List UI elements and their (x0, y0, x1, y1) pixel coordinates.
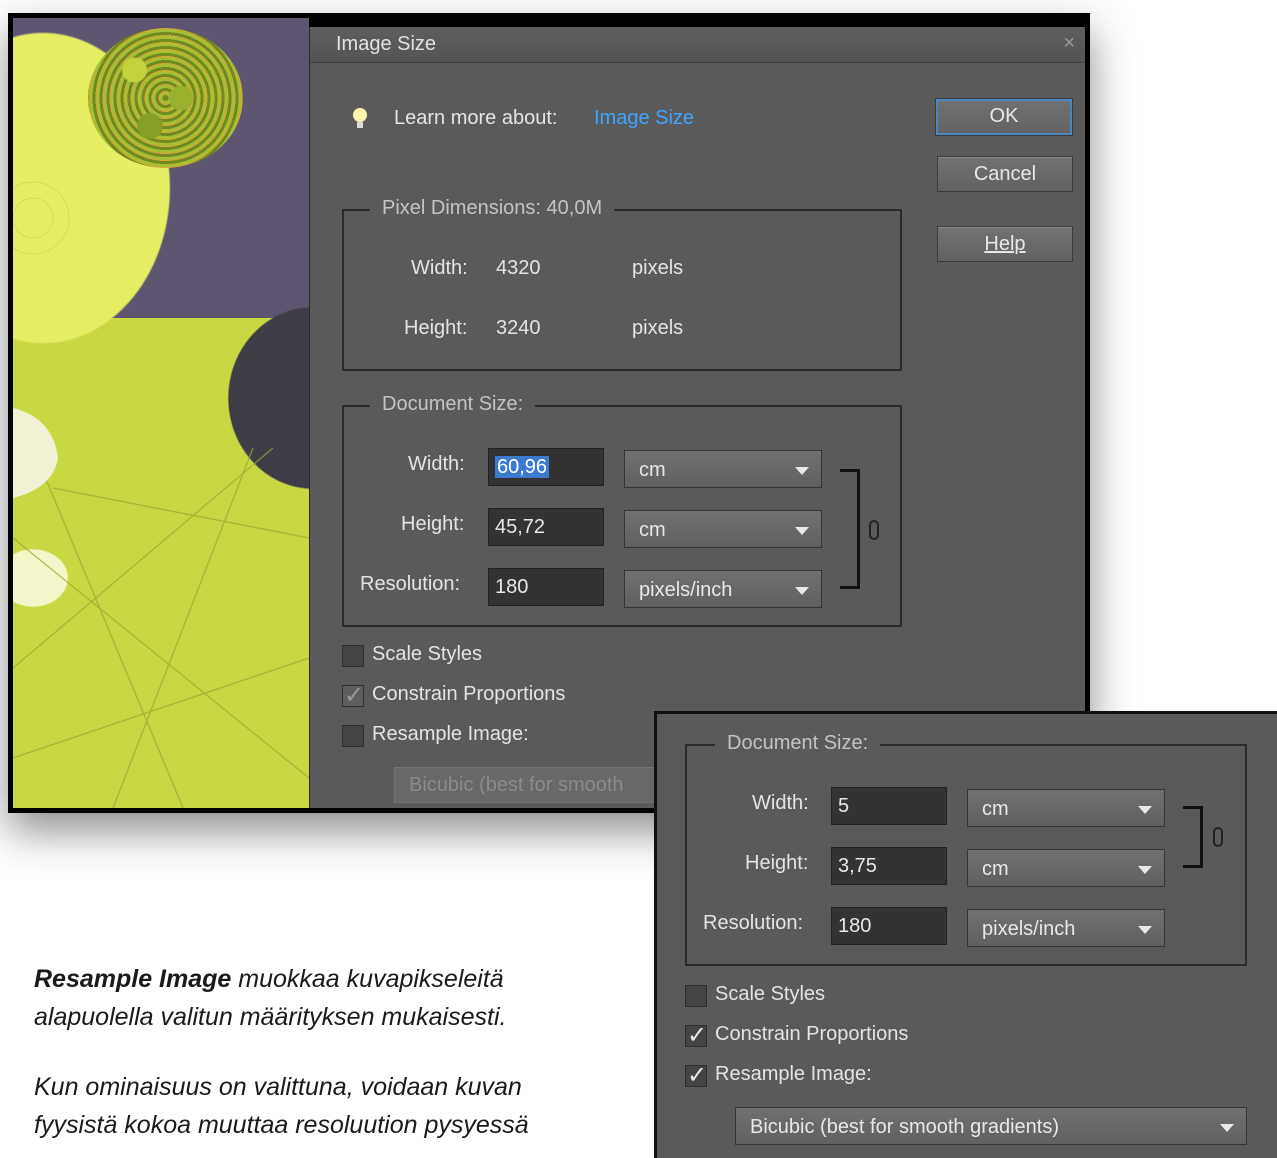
dialog-titlebar: Image Size × (310, 27, 1085, 63)
doc-resolution-unit: pixels/inch (639, 579, 733, 601)
cancel-button[interactable]: Cancel (937, 156, 1073, 192)
pixel-width-value: 4320 (496, 257, 541, 279)
zoom-height-input[interactable]: 3,75 (831, 847, 947, 885)
dialog-title: Image Size (336, 33, 437, 55)
lightbulb-icon (353, 108, 367, 128)
zoom-height-label: Height: (745, 852, 809, 874)
pixel-dimensions-size: 40,0M (546, 197, 603, 219)
chevron-down-icon (1220, 1124, 1234, 1132)
chevron-down-icon (795, 467, 809, 475)
doc-width-unit-select[interactable]: cm (624, 450, 822, 488)
caption-line-3: Kun ominaisuus on valittuna, voidaan kuv… (34, 1073, 522, 1101)
doc-resolution-unit-select[interactable]: pixels/inch (624, 570, 822, 608)
ok-button[interactable]: OK (935, 98, 1073, 136)
zoom-width-label: Width: (752, 792, 809, 814)
constrain-bracket (840, 469, 860, 589)
caption-line-1: muokkaa kuvapikseleitä (231, 965, 504, 993)
screenshot-image-size-dialog: Image Size × Learn more about: Image Siz… (8, 13, 1090, 813)
chevron-down-icon (1138, 926, 1152, 934)
pixel-height-label: Height: (404, 317, 468, 339)
background-photo (13, 18, 309, 808)
chevron-down-icon (795, 527, 809, 535)
chain-link-icon (869, 520, 879, 540)
pixel-dimensions-group (342, 209, 902, 371)
zoom-resolution-label: Resolution: (703, 912, 804, 934)
learn-more-label: Learn more about: (394, 107, 558, 129)
resample-image-label: Resample Image: (372, 723, 529, 745)
caption-line-2: alapuolella valitun määrityksen mukaises… (34, 1003, 507, 1031)
chevron-down-icon (1138, 866, 1152, 874)
doc-width-value: 60,96 (495, 456, 550, 478)
pixel-height-unit: pixels (632, 317, 684, 339)
zoom-width-unit-select[interactable]: cm (967, 789, 1165, 827)
zoom-document-size-legend: Document Size: (715, 732, 881, 755)
chain-link-icon (1213, 827, 1223, 847)
pixel-dimensions-legend: Pixel Dimensions: 40,0M (370, 197, 615, 220)
zoom-resolution-unit: pixels/inch (982, 918, 1076, 940)
zoom-scale-styles-checkbox[interactable] (685, 985, 707, 1007)
zoom-height-unit: cm (982, 858, 1009, 880)
constrain-proportions-label: Constrain Proportions (372, 683, 566, 705)
doc-width-input[interactable]: 60,96 (488, 448, 604, 486)
zoom-height-unit-select[interactable]: cm (967, 849, 1165, 887)
zoom-resample-method-select[interactable]: Bicubic (best for smooth gradients) (735, 1107, 1247, 1145)
help-button-label: Help (984, 233, 1026, 255)
caption-paragraph-2: Kun ominaisuus on valittuna, voidaan kuv… (34, 1068, 594, 1144)
resample-method-select[interactable]: Bicubic (best for smooth (394, 767, 694, 803)
zoom-resample-image-checkbox[interactable] (685, 1061, 707, 1090)
zoom-constrain-bracket (1183, 806, 1203, 868)
resample-image-checkbox[interactable] (342, 725, 364, 747)
doc-height-input[interactable]: 45,72 (488, 508, 604, 546)
caption-bold-term: Resample Image (34, 965, 232, 993)
learn-more-link[interactable]: Image Size (594, 107, 694, 130)
pixel-height-value: 3240 (496, 317, 541, 339)
constrain-proportions-checkbox[interactable] (342, 681, 364, 710)
zoom-width-input[interactable]: 5 (831, 787, 947, 825)
pixel-dimensions-title: Pixel Dimensions: (382, 197, 541, 219)
zoom-constrain-proportions-label: Constrain Proportions (715, 1023, 909, 1045)
doc-width-label: Width: (408, 453, 465, 475)
pixel-width-unit: pixels (632, 257, 684, 279)
doc-resolution-label: Resolution: (360, 573, 461, 595)
zoom-resolution-input[interactable]: 180 (831, 907, 947, 945)
caption-paragraph-1: Resample Image muokkaa kuvapikseleitä al… (34, 960, 594, 1036)
zoom-constrain-proportions-checkbox[interactable] (685, 1021, 707, 1050)
chevron-down-icon (1138, 806, 1152, 814)
leaf-lines-decoration (13, 181, 309, 808)
doc-width-unit: cm (639, 459, 666, 481)
scale-styles-label: Scale Styles (372, 643, 483, 665)
zoom-width-unit: cm (982, 798, 1009, 820)
help-button[interactable]: Help (937, 226, 1073, 262)
pixel-width-label: Width: (411, 257, 468, 279)
zoom-resample-method: Bicubic (best for smooth gradients) (750, 1116, 1060, 1138)
scale-styles-checkbox[interactable] (342, 645, 364, 667)
doc-height-label: Height: (401, 513, 465, 535)
doc-height-unit-select[interactable]: cm (624, 510, 822, 548)
doc-height-unit: cm (639, 519, 666, 541)
chevron-down-icon (795, 587, 809, 595)
zoom-resample-image-label: Resample Image: (715, 1063, 872, 1085)
close-icon[interactable]: × (1063, 32, 1075, 55)
document-size-legend: Document Size: (370, 393, 536, 416)
caption-line-4: fyysistä kokoa muuttaa resoluution pysye… (34, 1111, 529, 1139)
zoom-resolution-unit-select[interactable]: pixels/inch (967, 909, 1165, 947)
image-size-dialog: Image Size × Learn more about: Image Siz… (309, 27, 1085, 808)
zoom-scale-styles-label: Scale Styles (715, 983, 826, 1005)
doc-resolution-input[interactable]: 180 (488, 568, 604, 606)
screenshot-document-size-detail: Document Size: Width: 5 cm Height: 3,75 … (654, 711, 1277, 1158)
